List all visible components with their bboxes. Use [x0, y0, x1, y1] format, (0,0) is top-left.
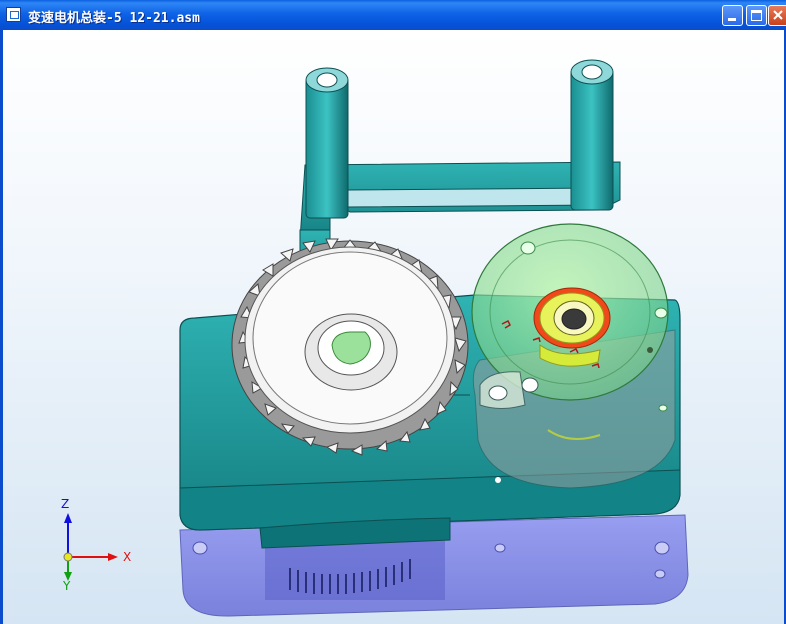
- x-axis-label: X: [123, 550, 131, 564]
- z-axis-label: Z: [61, 497, 69, 511]
- motor-cover[interactable]: [471, 223, 676, 489]
- model-scene[interactable]: Z X Y: [0, 0, 786, 624]
- cad-window: 变速电机总装-5 12-21.asm Z X Y: [0, 0, 786, 624]
- y-axis-label: Y: [62, 579, 71, 593]
- coordinate-triad: Z X Y: [61, 497, 131, 593]
